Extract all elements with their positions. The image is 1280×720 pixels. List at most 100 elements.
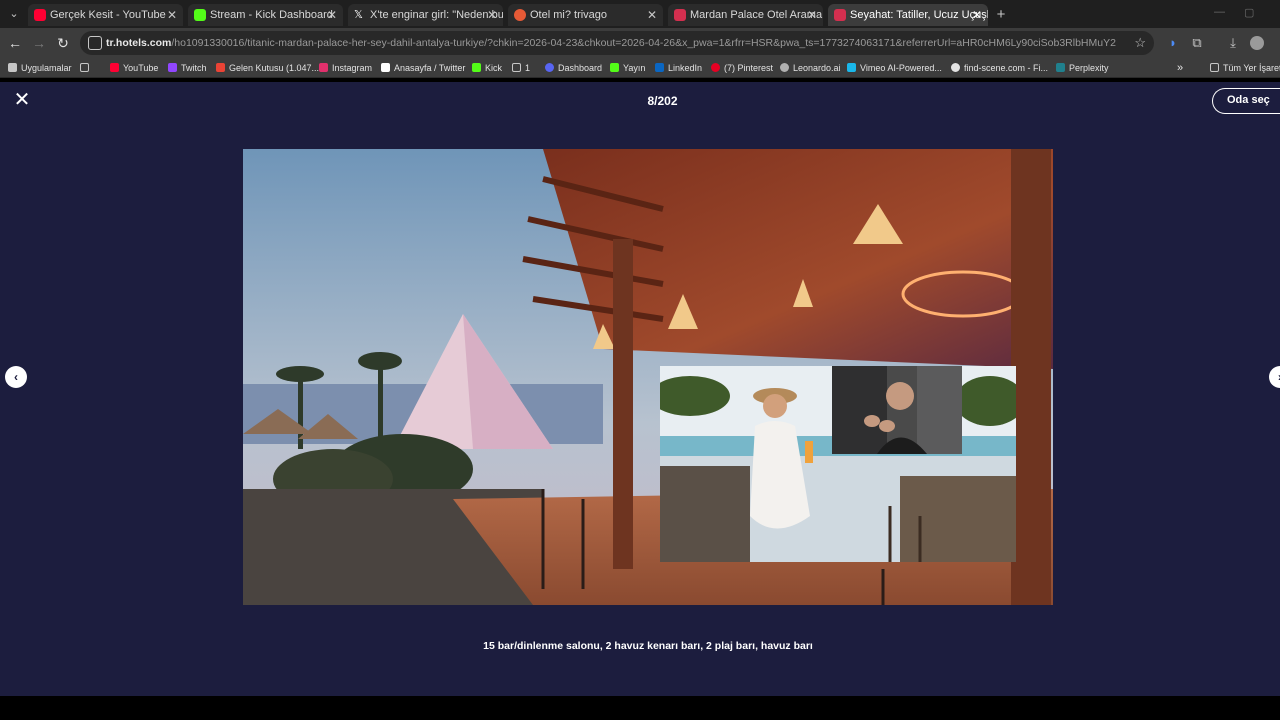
- address-bar[interactable]: tr.hotels.com/ho1091330016/titanic-marda…: [80, 31, 1154, 55]
- gmail-icon: [216, 63, 225, 72]
- tab-mardan-palace[interactable]: Mardan Palace Otel Arama Son ✕: [668, 4, 823, 26]
- tab-youtube[interactable]: Gerçek Kesit - YouTube ✕: [28, 4, 183, 26]
- bookmark-grid[interactable]: [80, 58, 93, 78]
- back-icon[interactable]: ←: [5, 33, 25, 53]
- tab-title: Otel mi? trivago: [530, 9, 608, 21]
- leonardo-icon: [780, 63, 789, 72]
- folder-icon: [512, 63, 521, 72]
- tab-title: Mardan Palace Otel Arama Son: [690, 9, 823, 21]
- select-room-button[interactable]: Oda seç: [1212, 88, 1280, 114]
- bookmark-label: Yayın: [623, 63, 646, 73]
- close-icon[interactable]: ✕: [167, 4, 177, 26]
- bookmark-label: Dashboard: [558, 63, 603, 73]
- previous-photo-icon[interactable]: ‹: [5, 366, 27, 388]
- close-icon[interactable]: ✕: [972, 4, 982, 26]
- tab-title: Gerçek Kesit - YouTube: [50, 9, 166, 21]
- bookmark-label: Uygulamalar: [21, 63, 72, 73]
- pinterest-icon: [711, 63, 720, 72]
- bookmark-find-scene[interactable]: find-scene.com - Fi...: [951, 58, 1048, 78]
- tab-strip: ⌄ Gerçek Kesit - YouTube ✕ Stream - Kick…: [0, 0, 1280, 28]
- bookmark-label: Tüm Yer İşaretle: [1223, 63, 1280, 73]
- grid-icon: [80, 63, 89, 72]
- bookmark-twitter[interactable]: Anasayfa / Twitter: [381, 58, 465, 78]
- bookmark-yayin[interactable]: Yayın: [610, 58, 645, 78]
- bookmark-gmail[interactable]: Gelen Kutusu (1.047...: [216, 58, 319, 78]
- overlay-webcam-person: [832, 366, 962, 454]
- bookmark-all-folder[interactable]: Tüm Yer İşaretle: [1210, 58, 1280, 78]
- kick-icon: [194, 9, 206, 21]
- youtube-icon: [110, 63, 119, 72]
- photo-caption: 15 bar/dinlenme salonu, 2 havuz kenarı b…: [483, 640, 813, 652]
- tab-kick-dashboard[interactable]: Stream - Kick Dashboard ✕: [188, 4, 343, 26]
- reload-icon[interactable]: ↻: [53, 33, 73, 53]
- profile-avatar[interactable]: [1250, 36, 1264, 50]
- tab-search-icon[interactable]: ⌄: [4, 4, 24, 24]
- findscene-icon: [951, 63, 960, 72]
- bookmark-label: (7) Pinterest: [724, 63, 774, 73]
- bookmark-perplexity[interactable]: Perplexity: [1056, 58, 1109, 78]
- site-settings-icon[interactable]: [88, 36, 102, 50]
- x-icon: 𝕏: [354, 9, 363, 21]
- bookmark-dashboard[interactable]: Dashboard: [545, 58, 602, 78]
- bottom-bar: [0, 696, 1280, 720]
- url-text[interactable]: tr.hotels.com/ho1091330016/titanic-marda…: [106, 31, 1116, 55]
- bookmark-linkedin[interactable]: LinkedIn: [655, 58, 702, 78]
- bookmark-label: Perplexity: [1069, 63, 1109, 73]
- close-icon[interactable]: ✕: [487, 4, 497, 26]
- bookmark-label: Anasayfa / Twitter: [394, 63, 466, 73]
- close-icon[interactable]: ✕: [327, 4, 337, 26]
- perplexity-icon: [1056, 63, 1065, 72]
- bookmark-label: Gelen Kutusu (1.047...: [229, 63, 320, 73]
- instagram-icon: [319, 63, 328, 72]
- extensions-puzzle-icon[interactable]: ⧉: [1188, 34, 1206, 52]
- bookmark-label: Instagram: [332, 63, 373, 73]
- photo-gallery-overlay: ✕ 8/202 Oda seç ‹ ›: [0, 82, 1280, 696]
- bookmark-label: LinkedIn: [668, 63, 703, 73]
- bookmarks-overflow-icon[interactable]: »: [1177, 58, 1183, 78]
- bookmark-folder-1[interactable]: 1: [512, 58, 530, 78]
- tab-x[interactable]: 𝕏 X'te enginar girl: "Neden bu tel ✕: [348, 4, 503, 26]
- extension-icon[interactable]: ◗: [1164, 34, 1182, 52]
- bookmark-label: find-scene.com - Fi...: [964, 63, 1049, 73]
- minimize-icon[interactable]: —: [1214, 6, 1225, 18]
- bookmark-star-icon[interactable]: ☆: [1134, 31, 1146, 55]
- tab-title: Stream - Kick Dashboard: [210, 9, 333, 21]
- bookmark-uygulamalar[interactable]: Uygulamalar: [8, 58, 72, 78]
- next-photo-icon[interactable]: ›: [1269, 366, 1280, 388]
- close-icon[interactable]: ✕: [807, 4, 817, 26]
- bookmark-pinterest[interactable]: (7) Pinterest: [711, 58, 773, 78]
- webcam-illustration: [832, 366, 962, 454]
- bookmark-twitch[interactable]: Twitch: [168, 58, 207, 78]
- linkedin-icon: [655, 63, 664, 72]
- bookmark-youtube[interactable]: YouTube: [110, 58, 158, 78]
- dashboard-icon: [545, 63, 554, 72]
- bookmark-label: YouTube: [123, 63, 159, 73]
- browser-toolbar: ← → ↻ tr.hotels.com/ho1091330016/titanic…: [0, 28, 1280, 58]
- folder-icon: [1210, 63, 1219, 72]
- tab-seyahat[interactable]: Seyahat: Tatiller, Ucuz Uçuşlar, l ✕: [828, 4, 988, 26]
- bookmark-instagram[interactable]: Instagram: [319, 58, 372, 78]
- apps-grid-icon: [8, 63, 17, 72]
- bookmark-leonardo[interactable]: Leonardo.ai: [780, 58, 841, 78]
- bookmark-label: Leonardo.ai: [793, 63, 841, 73]
- tab-title: X'te enginar girl: "Neden bu tel: [370, 9, 503, 21]
- kick-icon: [610, 63, 619, 72]
- tab-trivago[interactable]: Otel mi? trivago ✕: [508, 4, 663, 26]
- url-domain: tr.hotels.com: [106, 37, 172, 49]
- close-icon[interactable]: ✕: [647, 4, 657, 26]
- new-tab-icon[interactable]: +: [991, 5, 1011, 25]
- bookmark-vimeo[interactable]: Vimeo AI-Powered...: [847, 58, 942, 78]
- hotels-icon: [834, 9, 846, 21]
- download-icon[interactable]: ⤓: [1224, 34, 1242, 52]
- bookmark-label: 1: [525, 63, 531, 73]
- youtube-icon: [34, 9, 46, 21]
- forward-icon[interactable]: →: [29, 33, 49, 53]
- hotels-icon: [674, 9, 686, 21]
- url-path: /ho1091330016/titanic-mardan-palace-her-…: [171, 37, 1116, 49]
- kick-icon: [472, 63, 481, 72]
- bookmark-label: Kick: [485, 63, 503, 73]
- photo-counter: 8/202: [647, 94, 678, 108]
- maximize-icon[interactable]: ▢: [1244, 6, 1254, 19]
- trivago-icon: [514, 9, 526, 21]
- bookmark-kick[interactable]: Kick: [472, 58, 502, 78]
